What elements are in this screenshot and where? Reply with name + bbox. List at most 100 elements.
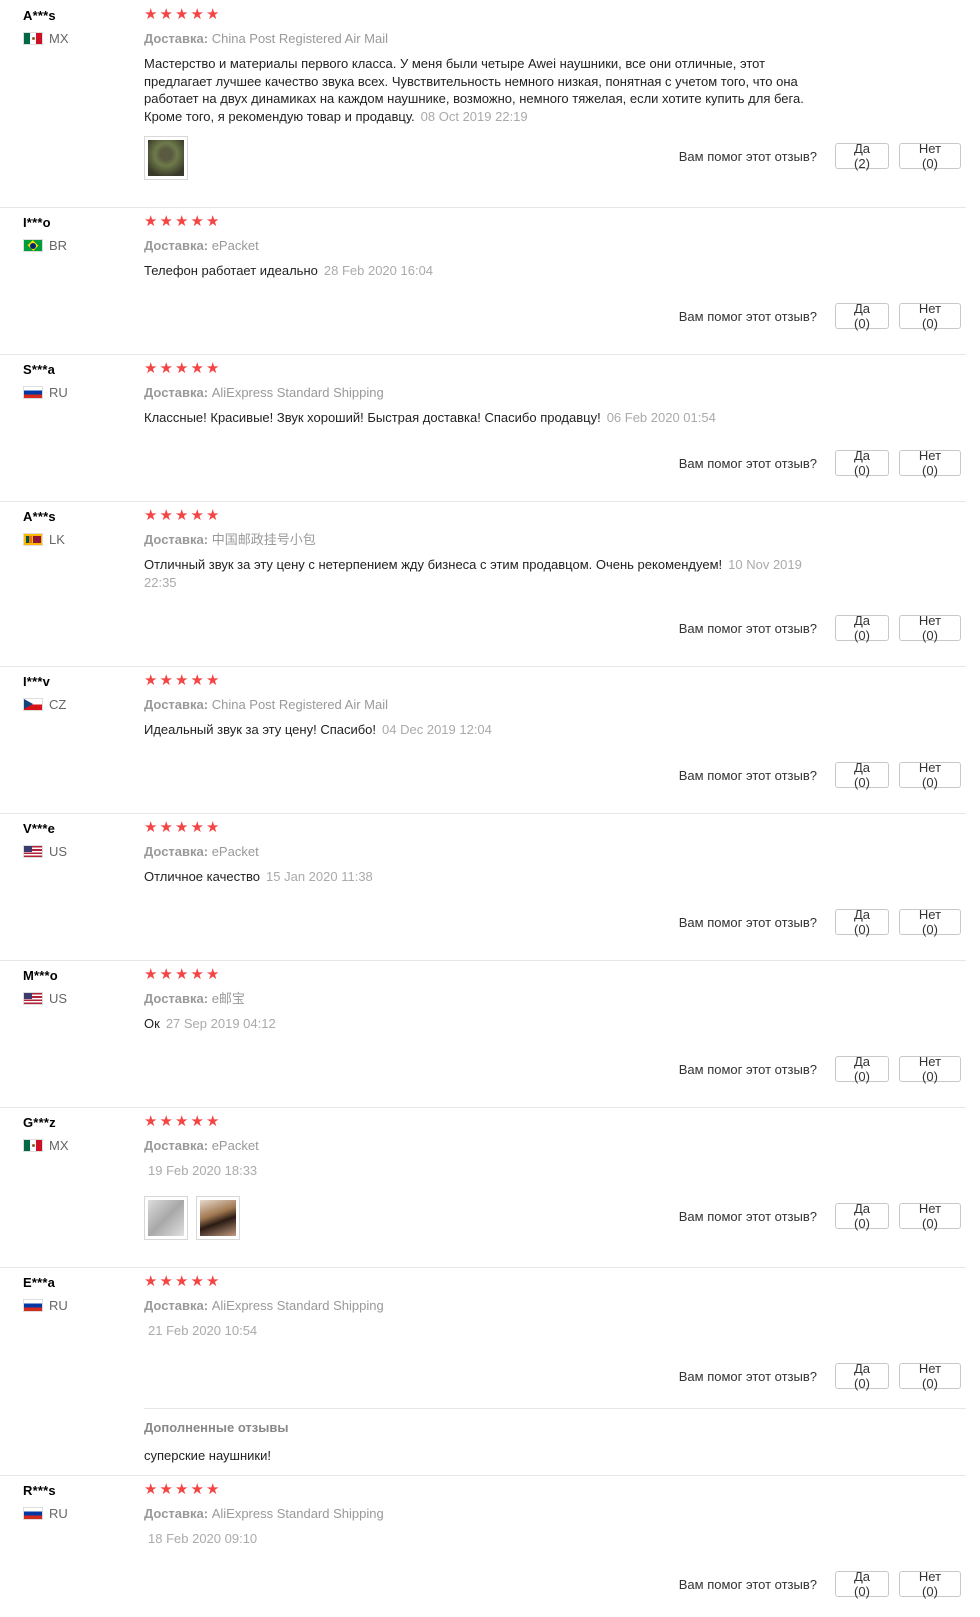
shipping-label: Доставка: xyxy=(144,532,209,547)
star-icon: ★ xyxy=(144,819,158,836)
review-text: 18 Feb 2020 09:10 xyxy=(144,1530,828,1548)
helpful-no-button[interactable]: Нет (0) xyxy=(899,1054,961,1084)
helpful-question: Вам помог этот отзыв? xyxy=(678,1576,817,1592)
country-code: US xyxy=(49,843,68,859)
star-icon: ★ xyxy=(144,6,158,23)
shipping-label: Доставка: xyxy=(144,844,209,859)
helpful-vote: Вам помог этот отзыв? Да (0) Нет (0) xyxy=(678,907,961,937)
review-date: 28 Feb 2020 16:04 xyxy=(323,263,434,278)
helpful-vote: Вам помог этот отзыв? Да (0) Нет (0) xyxy=(678,301,961,331)
country-flag-icon xyxy=(23,844,43,858)
star-icon: ★ xyxy=(144,672,158,689)
review-photo-thumbnail[interactable] xyxy=(196,1196,240,1240)
reviewer-country: US xyxy=(23,990,133,1006)
reviewer-country: RU xyxy=(23,384,133,400)
shipping-value: AliExpress Standard Shipping xyxy=(211,385,384,400)
helpful-question: Вам помог этот отзыв? xyxy=(678,308,817,324)
country-code: RU xyxy=(49,1505,68,1521)
helpful-vote: Вам помог этот отзыв? Да (0) Нет (0) xyxy=(679,613,961,643)
star-rating: ★ ★ ★ ★ ★ xyxy=(144,967,222,982)
country-code: MX xyxy=(49,1137,69,1153)
review-content: ★ ★ ★ ★ ★ Доставка: China Post Registered Air… xyxy=(144,666,966,813)
review-photo-thumbnail[interactable] xyxy=(144,136,188,180)
review-date: 06 Feb 2020 01:54 xyxy=(606,410,716,425)
star-icon: ★ xyxy=(159,1273,173,1290)
review-date: 15 Jan 2020 11:38 xyxy=(266,869,373,884)
country-code: LK xyxy=(49,531,65,547)
shipping-value: e邮宝 xyxy=(211,991,245,1006)
star-icon: ★ xyxy=(175,507,189,524)
review-text: Отличное качество 15 Jan 2020 11:38 xyxy=(144,868,824,886)
review-item: S***a RU ★ ★ ★ ★ ★ Доставка: AliExpress Standar… xyxy=(0,354,966,502)
star-icon: ★ xyxy=(159,1113,173,1130)
helpful-no-button[interactable]: Нет (0) xyxy=(899,301,961,331)
star-icon: ★ xyxy=(190,213,204,230)
helpful-no-button[interactable]: Нет (0) xyxy=(899,1361,961,1391)
star-icon: ★ xyxy=(175,360,189,377)
helpful-question: Вам помог этот отзыв? xyxy=(678,914,817,930)
photo-image xyxy=(200,1200,236,1236)
review-item: A***s LK ★ ★ ★ ★ ★ Доставка: 中国邮政挂号小包 Отличный з… xyxy=(0,501,966,667)
star-rating: ★ ★ ★ ★ ★ xyxy=(144,1113,222,1130)
shipping-value: 中国邮政挂号小包 xyxy=(211,532,316,547)
star-rating: ★ ★ ★ ★ ★ xyxy=(144,672,222,689)
helpful-yes-button[interactable]: Да (2) xyxy=(835,141,889,171)
shipping-value: China Post Registered Air Mail xyxy=(211,31,389,46)
shipping-method: Доставка: ePacket xyxy=(144,844,259,860)
helpful-no-button[interactable]: Нет (0) xyxy=(899,1569,961,1599)
review-content: ★ ★ ★ ★ ★ Доставка: ePacket 19 Feb 2020 18:33 В… xyxy=(144,1107,966,1267)
country-flag-icon xyxy=(23,1506,43,1520)
helpful-no-button[interactable]: Нет (0) xyxy=(899,1201,961,1231)
helpful-yes-button[interactable]: Да (0) xyxy=(835,907,889,937)
helpful-no-button[interactable]: Нет (0) xyxy=(899,613,961,643)
helpful-no-button[interactable]: Нет (0) xyxy=(899,448,961,478)
review-date: 19 Feb 2020 18:33 xyxy=(148,1163,258,1178)
review-text: Классные! Красивые! Звук хороший! Быстра… xyxy=(144,409,824,427)
reviewer-country: RU xyxy=(23,1505,133,1521)
helpful-yes-button[interactable]: Да (0) xyxy=(835,301,889,331)
star-icon: ★ xyxy=(206,819,220,836)
country-code: BR xyxy=(49,237,68,253)
star-icon: ★ xyxy=(190,360,204,377)
helpful-yes-button[interactable]: Да (0) xyxy=(835,760,889,790)
review-body: Телефон работает идеально xyxy=(144,263,318,278)
helpful-yes-button[interactable]: Да (0) xyxy=(835,1361,889,1391)
star-icon: ★ xyxy=(175,6,189,23)
review-body: Идеальный звук за эту цену! Спасибо! xyxy=(144,722,377,737)
reviewer-name: V***e xyxy=(23,821,56,836)
helpful-question: Вам помог этот отзыв? xyxy=(678,148,817,164)
helpful-yes-button[interactable]: Да (0) xyxy=(835,1569,889,1599)
shipping-label: Доставка: xyxy=(144,385,209,400)
helpful-vote: Вам помог этот отзыв? Да (0) Нет (0) xyxy=(679,760,961,790)
review-content: ★ ★ ★ ★ ★ Доставка: ePacket Телефон работает и… xyxy=(144,207,966,354)
shipping-value: ePacket xyxy=(211,1138,259,1153)
helpful-no-button[interactable]: Нет (0) xyxy=(899,141,961,171)
review-date: 08 Oct 2019 22:19 xyxy=(420,108,528,124)
review-content: ★ ★ ★ ★ ★ Доставка: AliExpress Standard Shipp… xyxy=(144,354,966,501)
helpful-yes-button[interactable]: Да (0) xyxy=(835,1054,889,1084)
helpful-no-button[interactable]: Нет (0) xyxy=(899,760,961,790)
review-photo-thumbnail[interactable] xyxy=(144,1196,188,1240)
helpful-question: Вам помог этот отзыв? xyxy=(678,1368,817,1384)
shipping-label: Доставка: xyxy=(144,1138,209,1153)
country-flag-icon xyxy=(23,1298,43,1312)
review-photos xyxy=(144,136,196,180)
shipping-label: Доставка: xyxy=(144,1506,209,1521)
reviewer-info: E***a RU xyxy=(23,1274,133,1313)
reviewer-info: I***v CZ xyxy=(23,673,133,712)
shipping-method: Доставка: ePacket xyxy=(144,1138,259,1154)
shipping-method: Доставка: China Post Registered Air Mail xyxy=(144,697,388,713)
star-icon: ★ xyxy=(159,819,173,836)
review-item: I***v CZ ★ ★ ★ ★ ★ Доставка: China Post Registe… xyxy=(0,666,966,814)
review-item: I***o BR ★ ★ ★ ★ ★ Доставка: ePacket Телефон раб… xyxy=(0,207,966,355)
review-item: M***o US ★ ★ ★ ★ ★ Доставка: e邮宝 Ок 27 Sep 2019 0… xyxy=(0,960,966,1108)
review-item: A***s MX ★ ★ ★ ★ ★ Доставка: China Post Registe… xyxy=(0,0,966,208)
helpful-no-button[interactable]: Нет (0) xyxy=(899,907,961,937)
reviewer-info: A***s LK xyxy=(23,508,133,547)
helpful-yes-button[interactable]: Да (0) xyxy=(835,613,889,643)
helpful-yes-button[interactable]: Да (0) xyxy=(835,1201,889,1231)
shipping-method: Доставка: AliExpress Standard Shipping xyxy=(144,1298,384,1314)
helpful-yes-button[interactable]: Да (0) xyxy=(835,448,889,478)
country-code: MX xyxy=(49,30,69,46)
star-rating: ★ ★ ★ ★ ★ xyxy=(144,819,222,836)
